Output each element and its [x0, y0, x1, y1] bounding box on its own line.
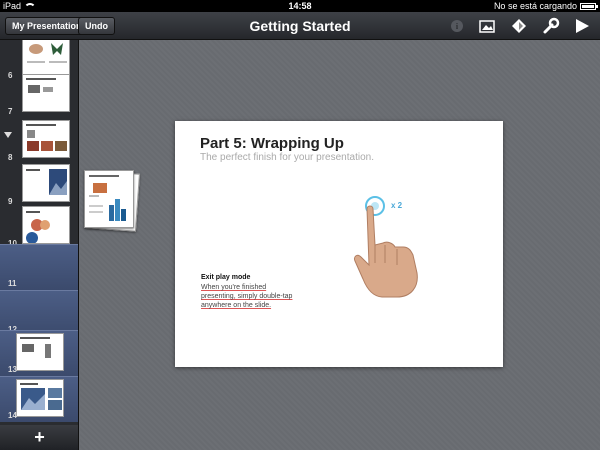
slide-number: 7	[8, 107, 13, 116]
toolbar: My Presentations Undo Getting Started i	[0, 12, 600, 40]
slide-number: 14	[8, 411, 17, 420]
slide-thumb-9[interactable]: 9	[0, 162, 78, 208]
slide-thumbnail	[22, 206, 70, 244]
exit-play-description: When you're finished presenting, simply …	[201, 284, 293, 309]
battery-icon	[580, 3, 598, 10]
slide-thumb-11[interactable]: 11	[0, 244, 78, 290]
thumb-image	[20, 383, 62, 410]
status-bar: iPad 14:58 No se está cargando	[0, 0, 600, 12]
stack-card-front	[84, 170, 134, 228]
slide-navigator: 6 7 8 9 11 13 14	[0, 40, 79, 425]
slide-thumb-7[interactable]: 7	[0, 72, 78, 118]
current-slide[interactable]: Part 5: Wrapping Up The perfect finish f…	[175, 121, 503, 367]
dragged-slides-stack[interactable]	[84, 168, 140, 232]
slide-thumb-14[interactable]: 14	[0, 376, 78, 422]
slide-thumbnail	[22, 74, 70, 112]
slide-thumbnail	[16, 333, 64, 371]
thumb-image	[26, 124, 67, 151]
slide-title: Part 5: Wrapping Up	[200, 135, 344, 152]
slide-number: 11	[8, 279, 17, 288]
thumb-image	[26, 211, 50, 243]
animation-icon[interactable]	[510, 17, 528, 35]
collapse-triangle-icon[interactable]	[4, 132, 12, 138]
play-icon[interactable]	[573, 17, 591, 35]
thumb-image	[27, 43, 67, 63]
thumb-image	[26, 78, 56, 93]
thumb-image	[26, 169, 67, 195]
slide-thumb-8[interactable]: 8	[0, 118, 78, 164]
exit-play-heading: Exit play mode	[201, 274, 251, 281]
slide-number: 8	[8, 153, 13, 162]
slide-thumbnail	[22, 164, 70, 202]
wrench-icon[interactable]	[542, 17, 560, 35]
slide-thumb-13[interactable]: 13	[0, 330, 78, 376]
thumb-image	[20, 337, 51, 358]
info-icon[interactable]: i	[448, 17, 466, 35]
charging-status: No se está cargando	[493, 1, 577, 11]
slide-number: 13	[8, 365, 17, 374]
status-right: No se está cargando	[493, 0, 598, 12]
slide-thumbnail	[22, 120, 70, 158]
media-icon[interactable]	[478, 17, 496, 35]
hand-icon	[354, 205, 418, 298]
add-slide-button[interactable]: +	[0, 425, 79, 450]
slide-subtitle: The perfect finish for your presentation…	[200, 152, 374, 163]
slide-thumbnail	[16, 379, 64, 417]
add-slide-bar: +	[0, 425, 79, 450]
slide-thumbnail	[22, 40, 70, 76]
stack-card-image	[89, 175, 126, 221]
